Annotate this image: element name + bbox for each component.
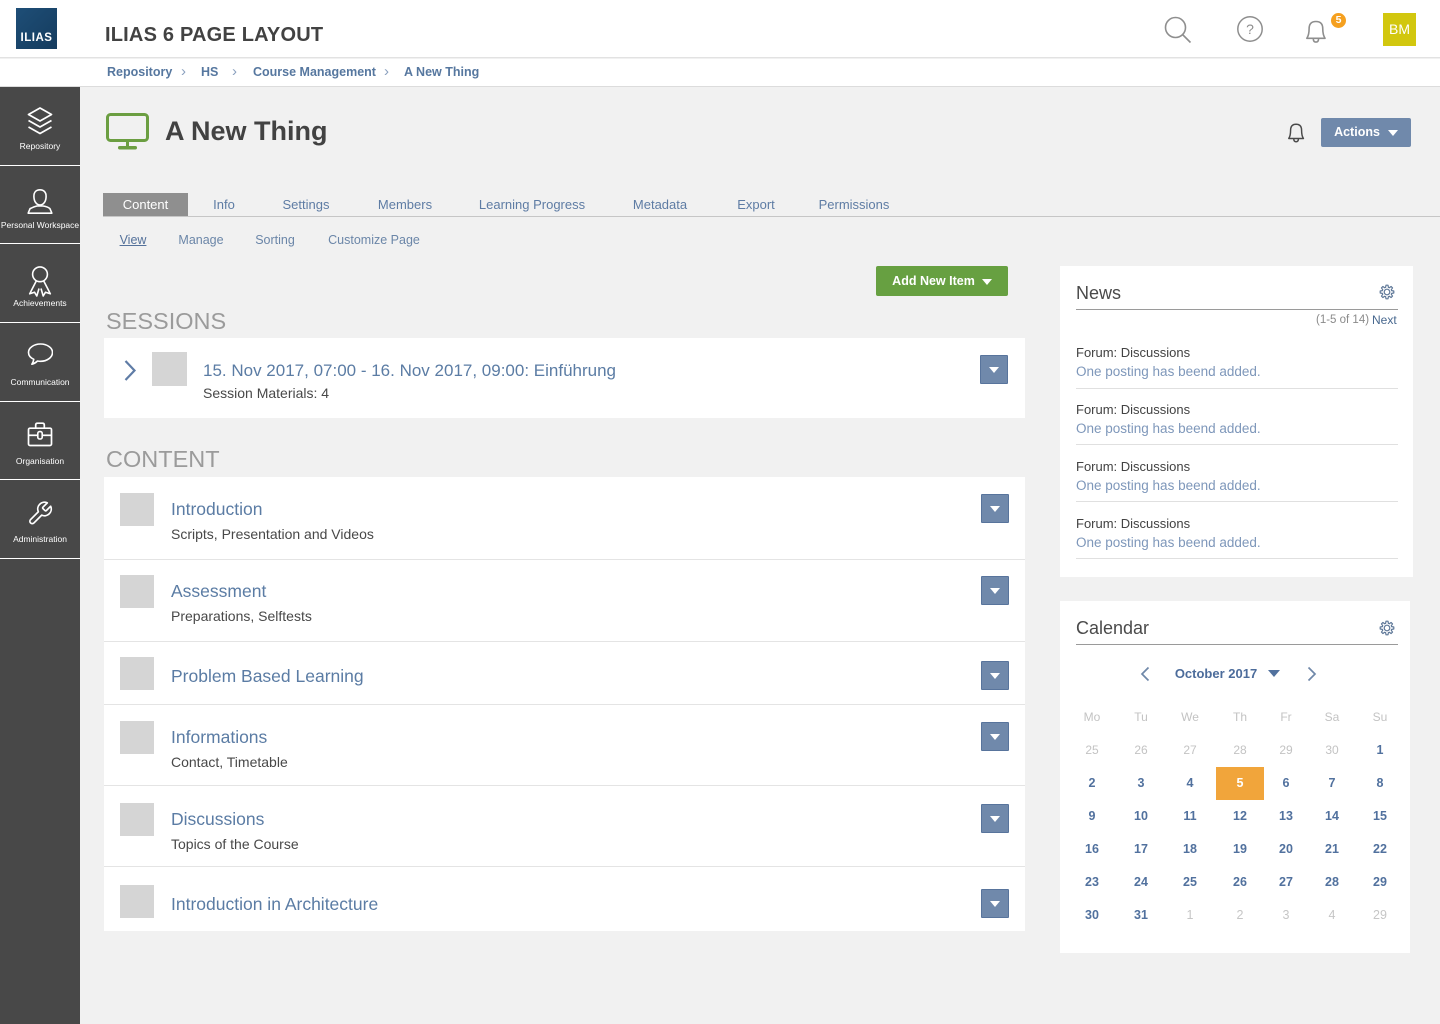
svg-text:?: ?	[1246, 21, 1254, 37]
